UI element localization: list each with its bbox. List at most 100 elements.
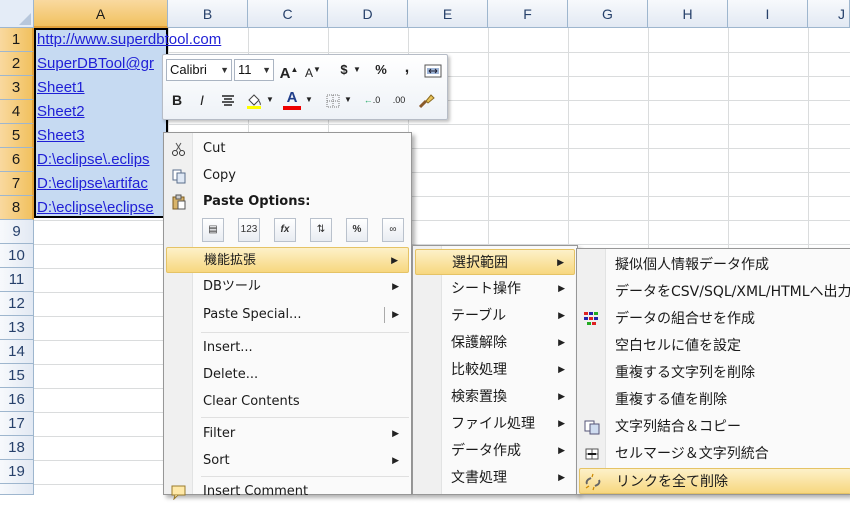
chevron-down-icon[interactable]: ▼ bbox=[351, 59, 363, 81]
center-align-button[interactable] bbox=[217, 89, 239, 111]
chevron-down-icon[interactable]: ▼ bbox=[342, 89, 354, 111]
cell-a8-link[interactable]: D:\eclipse\eclipse bbox=[37, 196, 163, 220]
menu-item-cut[interactable]: Cut bbox=[166, 136, 409, 162]
fill-color-button[interactable] bbox=[243, 89, 265, 111]
bold-button[interactable]: B bbox=[166, 89, 188, 111]
menu-item-ext[interactable]: 機能拡張 ▶ bbox=[166, 247, 409, 273]
font-color-button[interactable]: A bbox=[281, 87, 303, 110]
column-header-c[interactable]: C bbox=[248, 0, 328, 28]
row-header-19[interactable]: 19 bbox=[0, 460, 34, 484]
row-header-17[interactable]: 17 bbox=[0, 412, 34, 436]
menu-item-clear-contents[interactable]: Clear Contents bbox=[166, 389, 409, 415]
paste-option-formatting[interactable]: % bbox=[346, 218, 368, 242]
column-header-d[interactable]: D bbox=[328, 0, 408, 28]
submenu-item-data-create[interactable]: データ作成 ▶ bbox=[415, 438, 575, 464]
chevron-down-icon[interactable]: ▼ bbox=[303, 89, 315, 111]
row-header-9[interactable]: 9 bbox=[0, 220, 34, 244]
column-header-h[interactable]: H bbox=[648, 0, 728, 28]
row-header-11[interactable]: 11 bbox=[0, 268, 34, 292]
row-header-7[interactable]: 7 bbox=[0, 172, 34, 196]
menu-item-delete[interactable]: Delete... bbox=[166, 362, 409, 388]
cell-a6-link[interactable]: D:\eclipse\.eclips bbox=[37, 148, 163, 172]
cell-a5-link[interactable]: Sheet3 bbox=[37, 124, 166, 148]
row-header-1[interactable]: 1 bbox=[0, 28, 34, 52]
submenu-item-dummy-personal-data[interactable]: 擬似個人情報データ作成 bbox=[579, 252, 850, 278]
submenu-item-combinations[interactable]: データの組合せを作成 bbox=[579, 306, 850, 332]
submenu-item-sheet-ops[interactable]: シート操作 ▶ bbox=[415, 276, 575, 302]
row-header-15[interactable]: 15 bbox=[0, 364, 34, 388]
cell-a1-link[interactable]: http://www.superdbtool.com bbox=[37, 28, 297, 52]
row-header-10[interactable]: 10 bbox=[0, 244, 34, 268]
paste-option-paste[interactable]: ▤ bbox=[202, 218, 224, 242]
submenu-item-remove-dup-values[interactable]: 重複する値を削除 bbox=[579, 387, 850, 413]
menu-item-copy[interactable]: Copy bbox=[166, 163, 409, 189]
submenu-item-fill-blank[interactable]: 空白セルに値を設定 bbox=[579, 333, 850, 359]
percent-button[interactable]: % bbox=[370, 59, 392, 81]
menu-item-label: セルマージ＆文字列統合 bbox=[615, 446, 769, 462]
submenu-item-table[interactable]: テーブル ▶ bbox=[415, 303, 575, 329]
format-painter-button[interactable] bbox=[415, 89, 437, 111]
row-header-13[interactable]: 13 bbox=[0, 316, 34, 340]
menu-item-label: Delete... bbox=[203, 367, 259, 382]
menu-item-label: Clear Contents bbox=[203, 394, 300, 409]
chevron-right-icon: ▶ bbox=[557, 258, 564, 268]
menu-item-sort[interactable]: Sort ▶ bbox=[166, 448, 409, 474]
menu-item-filter[interactable]: Filter ▶ bbox=[166, 421, 409, 447]
italic-button[interactable]: I bbox=[191, 89, 213, 111]
paste-option-formulas[interactable]: fx bbox=[274, 218, 296, 242]
paste-option-transpose[interactable]: ⇅ bbox=[310, 218, 332, 242]
shrink-font-button[interactable]: A▼ bbox=[302, 59, 324, 81]
column-header-j[interactable]: J bbox=[808, 0, 850, 28]
row-header-8[interactable]: 8 bbox=[0, 196, 34, 220]
increase-decimal-button[interactable]: ←.0 bbox=[359, 89, 385, 111]
menu-item-paste-special[interactable]: Paste Special... ▶ bbox=[166, 302, 409, 328]
submenu-item-compare[interactable]: 比較処理 ▶ bbox=[415, 357, 575, 383]
cell-a3-link[interactable]: Sheet1 bbox=[37, 76, 166, 100]
submenu-item-find-replace[interactable]: 検索置換 ▶ bbox=[415, 384, 575, 410]
row-header-5[interactable]: 5 bbox=[0, 124, 34, 148]
column-header-g[interactable]: G bbox=[568, 0, 648, 28]
cell-a4-link[interactable]: Sheet2 bbox=[37, 100, 166, 124]
submenu-item-remove-all-links[interactable]: リンクを全て削除 bbox=[579, 468, 850, 494]
column-header-i[interactable]: I bbox=[728, 0, 808, 28]
menu-item-insert[interactable]: Insert... bbox=[166, 335, 409, 361]
select-all-corner[interactable] bbox=[0, 0, 34, 28]
submenu-item-unprotect[interactable]: 保護解除 ▶ bbox=[415, 330, 575, 356]
font-name-combo[interactable]: Calibri ▼ bbox=[166, 59, 232, 81]
column-header-f[interactable]: F bbox=[488, 0, 568, 28]
submenu-item-remove-dup-strings[interactable]: 重複する文字列を削除 bbox=[579, 360, 850, 386]
italic-icon: I bbox=[200, 92, 204, 108]
menu-item-db-tools[interactable]: DBツール ▶ bbox=[166, 274, 409, 300]
submenu-item-merge-cells[interactable]: セルマージ＆文字列統合 bbox=[579, 441, 850, 467]
row-header-3[interactable]: 3 bbox=[0, 76, 34, 100]
submenu-item-file-ops[interactable]: ファイル処理 ▶ bbox=[415, 411, 575, 437]
submenu-item-export-data[interactable]: データをCSV/SQL/XML/HTMLへ出力 bbox=[579, 279, 850, 305]
grow-font-button[interactable]: A▲ bbox=[278, 59, 300, 82]
paste-option-link[interactable]: ∞ bbox=[382, 218, 404, 242]
column-header-e[interactable]: E bbox=[408, 0, 488, 28]
column-header-b[interactable]: B bbox=[168, 0, 248, 28]
submenu-item-selection[interactable]: 選択範囲 ▶ bbox=[415, 249, 575, 275]
cell-a7-link[interactable]: D:\eclipse\artifac bbox=[37, 172, 163, 196]
menu-item-insert-comment[interactable]: Insert Comment bbox=[166, 479, 409, 505]
menu-item-label: Filter bbox=[203, 426, 236, 441]
paste-option-values[interactable]: 123 bbox=[238, 218, 260, 242]
row-header-2[interactable]: 2 bbox=[0, 52, 34, 76]
submenu-item-concat-copy[interactable]: 文字列結合＆コピー bbox=[579, 414, 850, 440]
values-icon: 123 bbox=[240, 224, 258, 235]
decrease-decimal-button[interactable]: .00 bbox=[385, 89, 413, 111]
comma-style-button[interactable]: , bbox=[396, 57, 418, 79]
chevron-down-icon[interactable]: ▼ bbox=[264, 89, 276, 111]
row-header-4[interactable]: 4 bbox=[0, 100, 34, 124]
cell-a2-link[interactable]: SuperDBTool@gr bbox=[37, 52, 166, 76]
row-header-18[interactable]: 18 bbox=[0, 436, 34, 460]
row-header-16[interactable]: 16 bbox=[0, 388, 34, 412]
borders-button[interactable] bbox=[322, 89, 344, 111]
row-header-12[interactable]: 12 bbox=[0, 292, 34, 316]
font-size-combo[interactable]: 11 ▼ bbox=[234, 59, 274, 81]
row-header-14[interactable]: 14 bbox=[0, 340, 34, 364]
row-header-6[interactable]: 6 bbox=[0, 148, 34, 172]
submenu-item-document[interactable]: 文書処理 ▶ bbox=[415, 465, 575, 491]
merge-center-button[interactable] bbox=[422, 59, 444, 81]
column-header-a[interactable]: A bbox=[34, 0, 168, 28]
